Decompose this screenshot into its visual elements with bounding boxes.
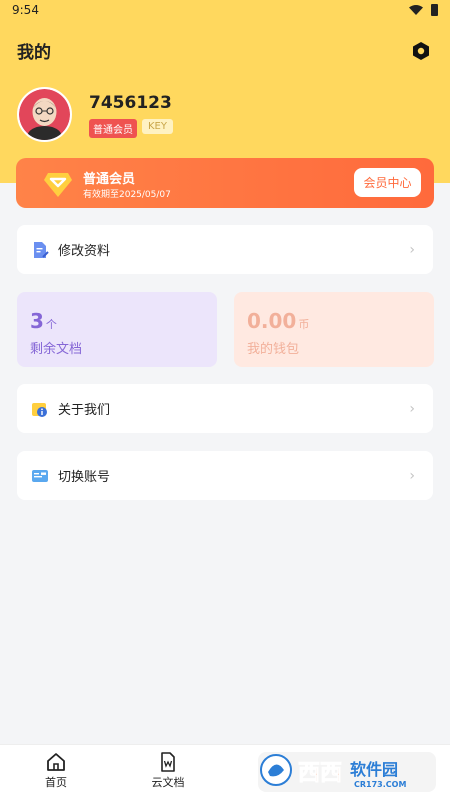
- about-us-label: 关于我们: [58, 403, 111, 418]
- remaining-docs-card[interactable]: 3个 剩余文档: [17, 292, 217, 367]
- tab-home-label: 首页: [45, 776, 67, 789]
- tab-home[interactable]: 首页: [26, 752, 86, 790]
- switch-account-row[interactable]: 切换账号 ›: [17, 451, 433, 500]
- status-time: 9:54: [12, 3, 39, 17]
- cloud-doc-icon: [161, 752, 175, 772]
- home-icon: [47, 753, 65, 771]
- chevron-right-icon: ›: [409, 400, 415, 417]
- remaining-docs-unit: 个: [45, 318, 57, 331]
- membership-badge: 普通会员: [89, 119, 137, 138]
- svg-text:软件园: 软件园: [350, 760, 398, 779]
- wallet-unit: 币: [298, 318, 310, 331]
- switch-account-label: 切换账号: [58, 470, 111, 485]
- tab-cloud-docs-label: 云文档: [151, 776, 185, 789]
- edit-profile-label: 修改资料: [58, 244, 111, 259]
- username: 7456123: [89, 93, 172, 113]
- site-watermark: 西西 软件园 CR173.COM: [258, 752, 436, 792]
- wifi-icon: [409, 5, 423, 15]
- diamond-icon: [44, 173, 72, 197]
- status-icons: [409, 4, 438, 16]
- edit-profile-row[interactable]: 修改资料 ›: [17, 225, 433, 274]
- status-bar: 9:54: [0, 0, 450, 20]
- chevron-right-icon: ›: [409, 241, 415, 258]
- remaining-docs-label: 剩余文档: [30, 342, 83, 357]
- id-card-icon: [32, 469, 48, 482]
- avatar[interactable]: [17, 87, 72, 142]
- wallet-value: 0.00 币: [247, 309, 309, 333]
- info-folder-icon: [32, 402, 47, 417]
- svg-text:CR173.COM: CR173.COM: [354, 780, 406, 789]
- chevron-right-icon: ›: [409, 467, 415, 484]
- tab-cloud-docs[interactable]: 云文档: [138, 752, 198, 790]
- edit-document-icon: [34, 241, 49, 258]
- remaining-docs-value: 3个: [30, 309, 57, 333]
- gear-icon[interactable]: [410, 40, 432, 62]
- vip-expire-date: 有效期至2025/05/07: [83, 190, 171, 200]
- member-center-button[interactable]: 会员中心: [354, 168, 421, 197]
- wallet-card[interactable]: 0.00 币 我的钱包: [234, 292, 434, 367]
- vip-title: 普通会员: [83, 172, 136, 187]
- key-badge: KEY: [142, 119, 173, 134]
- wallet-label: 我的钱包: [247, 342, 300, 357]
- wallet-balance: 0.00: [247, 309, 297, 333]
- svg-text:西西: 西西: [298, 761, 342, 786]
- remaining-docs-number: 3: [30, 309, 44, 333]
- page-title: 我的: [17, 43, 51, 63]
- vip-card[interactable]: 普通会员 有效期至2025/05/07 会员中心: [16, 158, 434, 208]
- about-us-row[interactable]: 关于我们 ›: [17, 384, 433, 433]
- battery-icon: [431, 4, 438, 16]
